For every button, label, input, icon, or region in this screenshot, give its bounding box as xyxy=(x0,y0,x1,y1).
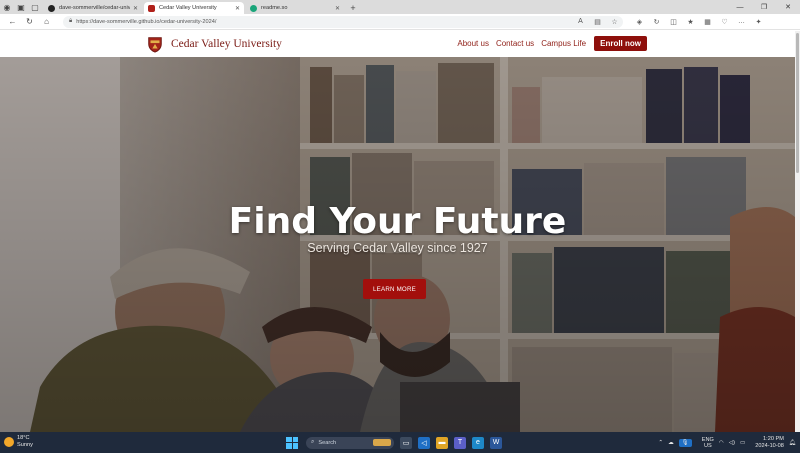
url-text[interactable]: https://dave-sommerville.github.io/cedar… xyxy=(76,19,216,25)
university-crest-icon xyxy=(148,37,162,53)
back-icon[interactable]: ← xyxy=(4,14,21,30)
word-icon[interactable]: W xyxy=(490,436,502,449)
refresh-extension-icon[interactable]: ↻ xyxy=(648,18,665,26)
brand-name[interactable]: Cedar Valley University xyxy=(171,38,282,50)
extension-icon[interactable]: ◈ xyxy=(631,18,648,26)
search-highlight-icon xyxy=(373,439,391,446)
wifi-icon[interactable]: ◠ xyxy=(719,440,724,446)
learn-more-button[interactable]: LEARN MORE xyxy=(363,279,426,299)
address-bar[interactable]: 🔒︎ https://dave-sommerville.github.io/ce… xyxy=(63,15,623,28)
favorites-icon[interactable]: ★ xyxy=(682,18,699,26)
collections-icon[interactable]: ▦ xyxy=(699,18,716,26)
taskbar-search[interactable]: ⌕ Search xyxy=(306,436,394,449)
tab-readme[interactable]: readme.so ✕ xyxy=(246,2,344,14)
enroll-now-button[interactable]: Enroll now xyxy=(594,36,647,51)
language-indicator[interactable]: ENG US xyxy=(697,437,714,449)
primary-nav: About us Contact us Campus Life Enroll n… xyxy=(450,36,647,51)
system-tray: ⌃ ☁ 🎙︎ ENG US ◠ ◁) ▭ 1:20 PM 2024-10-08 … xyxy=(653,435,796,450)
notification-bell-icon[interactable]: 🔔︎ xyxy=(789,440,796,446)
read-aloud-icon[interactable]: A xyxy=(572,18,589,26)
search-icon: ⌕ xyxy=(311,439,315,445)
clock[interactable]: 1:20 PM 2024-10-08 xyxy=(750,436,784,449)
address-toolbar: ← ↻ ⌂ 🔒︎ https://dave-sommerville.github… xyxy=(0,14,800,30)
task-view-icon[interactable]: ▭ xyxy=(400,436,412,449)
split-screen-icon[interactable]: ◫ xyxy=(665,18,682,26)
weather-widget[interactable]: 18°C Sunny xyxy=(4,435,33,448)
close-tab-icon[interactable]: ✕ xyxy=(133,5,138,12)
new-tab-button[interactable]: + xyxy=(346,2,360,14)
hero-title: Find Your Future xyxy=(228,201,567,242)
copilot-icon[interactable]: ✦ xyxy=(750,18,767,26)
volume-icon[interactable]: ◁) xyxy=(729,440,735,446)
browser-tab-strip: ◉ ▣ ▢ dave-sommerville/cedar-univers ✕ C… xyxy=(0,0,800,14)
start-icon[interactable] xyxy=(286,436,298,449)
university-crest-icon xyxy=(148,4,155,12)
refresh-icon[interactable]: ↻ xyxy=(21,14,38,30)
brand[interactable]: Cedar Valley University xyxy=(146,35,282,53)
site-navbar: Cedar Valley University About us Contact… xyxy=(0,31,800,57)
window-controls: — ❐ ✕ xyxy=(728,0,800,14)
scrollbar-thumb[interactable] xyxy=(796,33,799,173)
browser-tools: ◈ ↻ ◫ ★ ▦ ♡ … ✦ xyxy=(631,18,767,26)
tab-github[interactable]: dave-sommerville/cedar-univers ✕ xyxy=(44,2,142,14)
sun-icon xyxy=(4,436,14,447)
app-available-icon[interactable]: ▤ xyxy=(589,18,606,26)
chevron-up-icon[interactable]: ⌃ xyxy=(658,440,663,446)
file-explorer-icon[interactable]: ▬ xyxy=(436,436,448,449)
hero-content: Find Your Future Serving Cedar Valley si… xyxy=(0,57,795,432)
readme-icon xyxy=(250,4,257,12)
close-tab-icon[interactable]: ✕ xyxy=(335,5,340,12)
tab-cedar-valley[interactable]: Cedar Valley University ✕ xyxy=(144,2,244,14)
edge-icon[interactable]: e xyxy=(472,436,484,449)
github-icon xyxy=(48,4,55,12)
minimize-icon[interactable]: — xyxy=(728,0,752,14)
nav-about-link[interactable]: About us xyxy=(457,39,489,48)
search-placeholder: Search xyxy=(318,439,337,446)
taskbar-apps: ⌕ Search ▭ ◁ ▬ T e W xyxy=(286,435,502,450)
profile-icon[interactable]: ◉ xyxy=(0,0,14,14)
page-scrollbar[interactable] xyxy=(795,31,800,432)
workspaces-icon[interactable]: ▣ xyxy=(14,0,28,14)
lock-icon[interactable]: 🔒︎ xyxy=(69,18,72,25)
weather-temp: 18°C xyxy=(17,435,30,441)
home-icon[interactable]: ⌂ xyxy=(38,14,55,30)
favorite-star-icon[interactable]: ☆ xyxy=(606,18,623,26)
close-window-icon[interactable]: ✕ xyxy=(776,0,800,14)
battery-icon[interactable]: ▭ xyxy=(740,440,745,446)
tab-actions-icon[interactable]: ▢ xyxy=(28,0,42,14)
settings-more-icon[interactable]: … xyxy=(733,18,750,26)
mic-icon[interactable]: 🎙︎ xyxy=(678,438,692,447)
cloud-icon[interactable]: ☁ xyxy=(668,440,674,446)
hero-section: Find Your Future Serving Cedar Valley si… xyxy=(0,57,795,432)
teams-icon[interactable]: T xyxy=(454,436,466,449)
hero-subtitle: Serving Cedar Valley since 1927 xyxy=(307,241,488,255)
close-tab-icon[interactable]: ✕ xyxy=(235,5,240,12)
restore-icon[interactable]: ❐ xyxy=(752,0,776,14)
nav-campus-life-link[interactable]: Campus Life xyxy=(541,39,586,48)
windows-taskbar: 18°C Sunny ⌕ Search ▭ ◁ ▬ T e W ⌃ ☁ 🎙︎ E… xyxy=(0,432,800,453)
nav-contact-link[interactable]: Contact us xyxy=(496,39,534,48)
browser-essentials-icon[interactable]: ♡ xyxy=(716,18,733,26)
vscode-icon[interactable]: ◁ xyxy=(418,436,430,449)
weather-condition: Sunny xyxy=(17,441,33,448)
